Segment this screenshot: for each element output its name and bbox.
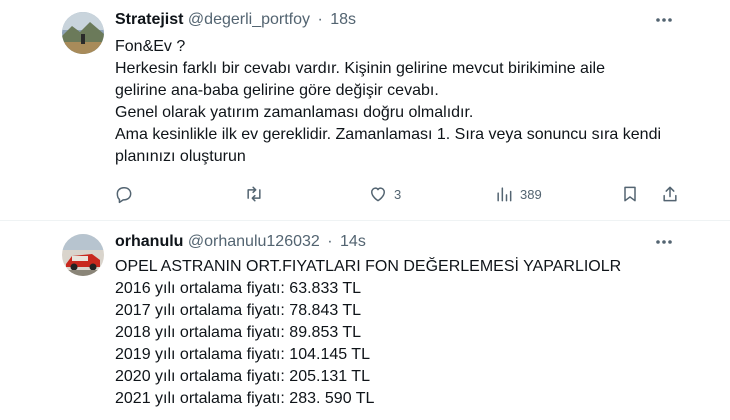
tweet-line: gelirine ana-baba gelirine göre değişir … — [115, 82, 439, 99]
tweet-header: orhanulu @orhanulu126032 · 14s — [115, 232, 670, 252]
more-options-button[interactable] — [652, 230, 676, 254]
user-handle[interactable]: @degerli_portfoy — [188, 11, 310, 28]
tweet-line: 2016 yılı ortalama fiyatı: 63.833 TL — [115, 280, 362, 297]
tweet-line: Herkesin farklı bir cevabı vardır. Kişin… — [115, 60, 605, 77]
separator-dot: · — [327, 233, 333, 250]
views-count: 389 — [520, 186, 542, 202]
views-button[interactable]: 389 — [494, 181, 542, 207]
tweet-text: Fon&Ev ? Herkesin farklı bir cevabı vard… — [115, 36, 695, 168]
tweet-text: OPEL ASTRANIN ORT.FIYATLARI FON DEĞERLEM… — [115, 256, 695, 410]
more-dots-icon — [656, 240, 672, 244]
avatar[interactable] — [62, 234, 104, 276]
like-button[interactable]: 3 — [368, 181, 401, 207]
share-icon — [663, 186, 677, 202]
tweet-orhanulu[interactable]: orhanulu @orhanulu126032 · 14s OPEL ASTR… — [0, 222, 730, 420]
share-button[interactable] — [660, 181, 680, 207]
avatar[interactable] — [62, 12, 104, 54]
like-count: 3 — [394, 186, 402, 202]
tweet-line: planınızı oluşturun — [115, 148, 246, 165]
reply-icon — [116, 187, 132, 204]
tweet-line: 2021 yılı ortalama fiyatı: 283. 590 TL — [115, 390, 375, 407]
tweet-line: Ama kesinlikle ilk ev gereklidir. Zamanl… — [115, 126, 662, 143]
bookmark-icon — [624, 186, 636, 202]
display-name[interactable]: orhanulu — [115, 233, 183, 250]
tweet-stratejist[interactable]: Stratejist @degerli_portfoy · 18s Fon&Ev… — [0, 0, 730, 220]
tweet-line: 2017 yılı ortalama fiyatı: 78.843 TL — [115, 302, 362, 319]
more-dots-icon — [656, 18, 672, 22]
tweet-line: 2018 yılı ortalama fiyatı: 89.853 TL — [115, 324, 362, 341]
tweet-line: Genel olarak yatırım zamanlaması doğru o… — [115, 104, 474, 121]
views-chart-icon — [497, 187, 512, 202]
bookmark-button[interactable] — [620, 181, 640, 207]
retweet-button[interactable] — [244, 181, 264, 207]
tweet-line: Fon&Ev ? — [115, 38, 186, 55]
timestamp[interactable]: 14s — [340, 233, 366, 250]
avatar-image — [62, 234, 104, 276]
user-handle[interactable]: @orhanulu126032 — [188, 233, 320, 250]
tweet-actions: 3 389 — [110, 181, 677, 207]
more-options-button[interactable] — [652, 8, 676, 32]
separator-dot: · — [317, 11, 323, 28]
retweet-icon — [247, 186, 261, 202]
display-name[interactable]: Stratejist — [115, 11, 183, 28]
tweet-line: 2020 yılı ortalama fiyatı: 205.131 TL — [115, 368, 370, 385]
tweet-line: OPEL ASTRANIN ORT.FIYATLARI FON DEĞERLEM… — [115, 258, 622, 275]
timestamp[interactable]: 18s — [330, 11, 356, 28]
tweet-divider — [0, 220, 730, 221]
tweet-header: Stratejist @degerli_portfoy · 18s — [115, 10, 670, 30]
tweet-line: 2019 yılı ortalama fiyatı: 104.145 TL — [115, 346, 370, 363]
reply-button[interactable] — [114, 181, 134, 207]
heart-icon — [371, 187, 385, 202]
avatar-image — [62, 12, 104, 54]
